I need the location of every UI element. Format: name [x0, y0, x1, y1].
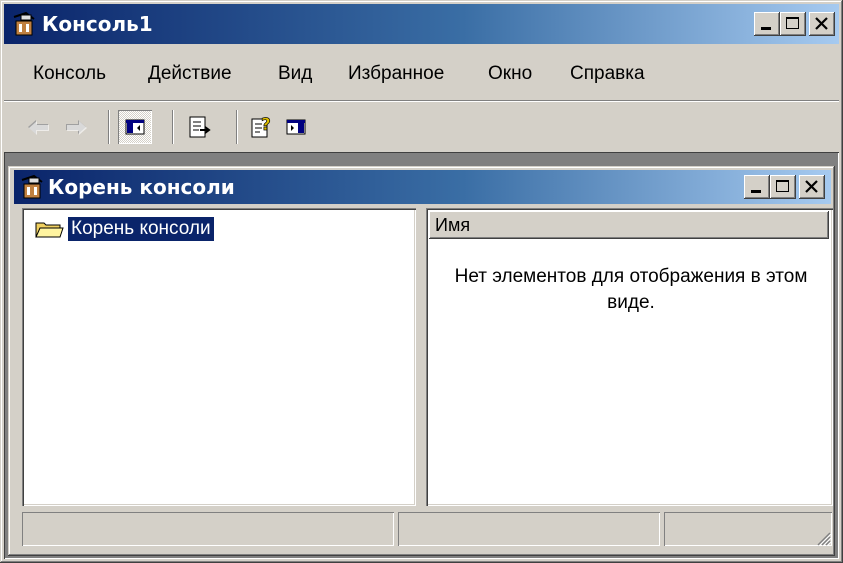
status-bar [22, 512, 833, 548]
help-icon: ? [251, 115, 271, 138]
child-maximize-button[interactable] [770, 175, 796, 199]
back-button[interactable] [22, 110, 56, 144]
status-panel-3 [664, 512, 832, 546]
menu-action[interactable]: Действие [148, 63, 232, 85]
child-minimize-button[interactable] [744, 175, 770, 199]
resize-grip-icon[interactable] [815, 530, 831, 546]
toolbar-separator [172, 110, 174, 144]
empty-list-message: Нет элементов для отображения в этом вид… [454, 266, 808, 313]
child-window-title: Корень консоли [48, 175, 235, 199]
show-hide-tree-icon [125, 119, 145, 135]
show-hide-action-pane-button[interactable] [280, 110, 314, 144]
minimize-button[interactable] [754, 12, 780, 36]
show-hide-action-pane-icon [286, 119, 306, 135]
status-panel-1 [22, 512, 394, 546]
close-button[interactable] [809, 12, 835, 36]
menu-view[interactable]: Вид [278, 63, 312, 85]
main-title-bar[interactable]: Консоль1 [4, 4, 839, 44]
child-title-bar[interactable]: Корень консоли [14, 170, 831, 204]
child-close-button[interactable] [799, 175, 825, 199]
mmc-app-icon [21, 174, 43, 199]
minimize-icon [761, 27, 771, 30]
toolbar: ? [4, 104, 839, 148]
column-header-label: Имя [435, 215, 471, 235]
svg-text:?: ? [261, 115, 271, 135]
tree-item-label: Корень консоли [68, 217, 214, 241]
column-header-name[interactable]: Имя [429, 211, 829, 239]
close-icon [805, 180, 818, 193]
back-arrow-icon [28, 120, 49, 135]
toolbar-separator [236, 110, 238, 144]
menu-window[interactable]: Окно [488, 63, 532, 85]
mmc-app-icon [13, 11, 35, 36]
show-hide-tree-button[interactable] [118, 110, 152, 144]
main-window-title: Консоль1 [42, 12, 153, 36]
forward-arrow-icon [66, 120, 87, 135]
menu-bar: Консоль Действие Вид Избранное Окно Спра… [4, 52, 839, 100]
result-list-pane[interactable]: Имя Нет элементов для отображения в этом… [426, 208, 833, 506]
mmc-main-window: Консоль1 Консоль Действие Вид Избранное … [0, 0, 843, 563]
close-icon [815, 17, 828, 30]
export-list-icon [189, 116, 211, 138]
menu-toolbar-divider [4, 100, 839, 102]
maximize-icon [776, 180, 789, 192]
forward-button[interactable] [58, 110, 92, 144]
minimize-icon [751, 190, 761, 193]
menu-favorites[interactable]: Избранное [348, 63, 444, 85]
folder-icon [35, 222, 64, 238]
menu-help[interactable]: Справка [570, 63, 645, 85]
tree-item-console-root[interactable]: Корень консоли [34, 217, 214, 241]
toolbar-separator [108, 110, 110, 144]
maximize-icon [786, 17, 799, 29]
tree-pane[interactable]: Корень консоли [22, 208, 416, 506]
menu-console[interactable]: Консоль [33, 63, 106, 85]
maximize-button[interactable] [780, 12, 806, 36]
help-button[interactable]: ? [246, 110, 280, 144]
status-panel-2 [398, 512, 660, 546]
export-list-button[interactable] [182, 110, 216, 144]
